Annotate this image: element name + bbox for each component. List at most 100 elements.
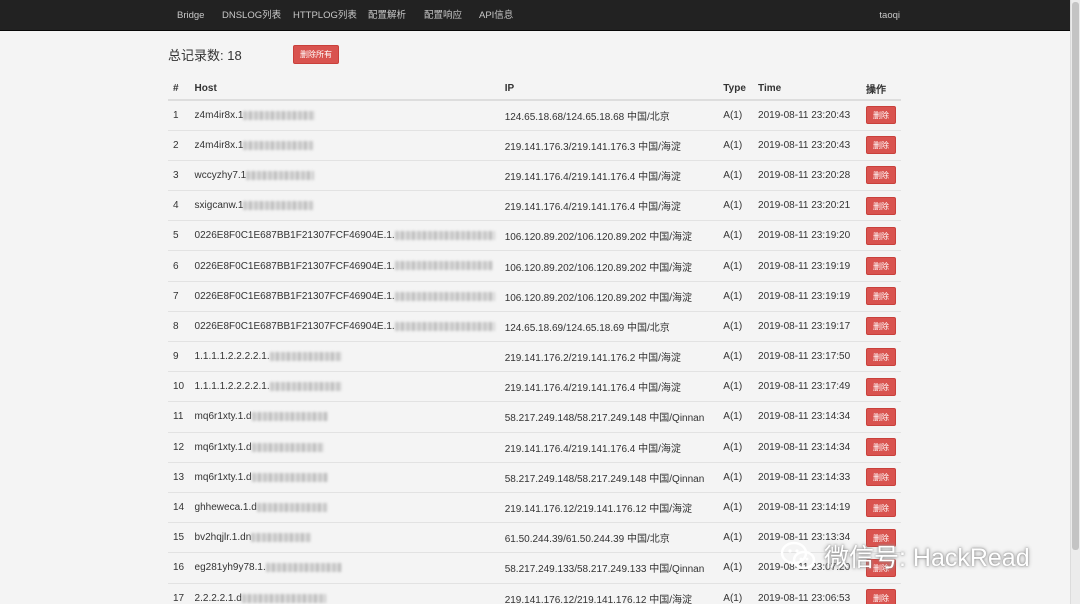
- row-delete-button[interactable]: 删除: [866, 136, 896, 155]
- row-delete-button[interactable]: 删除: [866, 287, 896, 306]
- row-type: A(1): [718, 522, 754, 553]
- row-host-cell: z4m4ir8x.1: [189, 129, 500, 161]
- nav-api-info[interactable]: API信息: [479, 0, 513, 31]
- redacted-host-suffix: [251, 442, 324, 452]
- row-host: bv2hqjlr.1.dn: [194, 532, 252, 544]
- row-host-cell: 0226E8F0C1E687BB1F21307FCF46904E.1.: [189, 220, 500, 251]
- row-delete-button[interactable]: 删除: [866, 106, 896, 125]
- row-num: 15: [168, 522, 190, 553]
- row-num: 4: [168, 190, 190, 221]
- row-time: 2019-08-11 23:20:43: [753, 99, 861, 131]
- row-host: 1.1.1.1.2.2.2.2.1.: [194, 381, 270, 393]
- row-host-cell: 0226E8F0C1E687BB1F21307FCF46904E.1.: [189, 250, 500, 282]
- redacted-host-suffix: [243, 140, 314, 150]
- row-ip: 219.141.176.4/219.141.176.4 中国/海淀: [499, 371, 719, 402]
- row-time: 2019-08-11 23:19:19: [753, 250, 861, 282]
- row-delete-button[interactable]: 删除: [866, 347, 896, 366]
- row-type: A(1): [718, 491, 754, 523]
- nav-config-resolve[interactable]: 配置解析: [368, 0, 406, 31]
- row-num: 3: [168, 159, 190, 191]
- delete-all-button[interactable]: 删除所有: [293, 45, 339, 64]
- table-row: 11 mq6r1xty.1.d 58.217.249.148/58.217.249.…: [168, 401, 901, 433]
- row-type: A(1): [718, 371, 754, 402]
- row-time: 2019-08-11 23:17:49: [753, 371, 861, 402]
- row-delete-button[interactable]: 删除: [866, 257, 896, 276]
- row-action-cell: 删除: [861, 220, 901, 251]
- row-action-cell: 删除: [861, 340, 901, 372]
- row-delete-button[interactable]: 删除: [866, 589, 896, 604]
- user-menu[interactable]: taoqi: [879, 0, 900, 31]
- nav-bridge[interactable]: Bridge: [177, 0, 204, 31]
- row-host: z4m4ir8x.1: [194, 139, 244, 151]
- redacted-host-suffix: [394, 231, 495, 241]
- col-ip-header: IP: [499, 77, 719, 101]
- row-num: 1: [168, 99, 190, 131]
- scrollbar-thumb[interactable]: [1072, 2, 1079, 550]
- nav-config-response[interactable]: 配置响应: [424, 0, 462, 31]
- row-delete-button[interactable]: 删除: [866, 377, 896, 396]
- row-type: A(1): [718, 280, 754, 312]
- page-scrollbar[interactable]: [1070, 0, 1080, 604]
- redacted-host-suffix: [251, 533, 312, 543]
- row-ip: 58.217.249.148/58.217.249.148 中国/Qinnan: [499, 461, 719, 493]
- row-action-cell: 删除: [861, 190, 901, 221]
- row-num: 8: [168, 310, 190, 342]
- row-num: 12: [168, 431, 190, 463]
- table-row: 3 wccyzhy7.1 219.141.176.4/219.141.176.4 中…: [168, 159, 901, 191]
- row-type: A(1): [718, 250, 754, 282]
- row-ip: 219.141.176.4/219.141.176.4 中国/海淀: [499, 431, 719, 463]
- row-type: A(1): [718, 99, 754, 131]
- row-time: 2019-08-11 23:20:28: [753, 159, 861, 191]
- row-host-cell: 0226E8F0C1E687BB1F21307FCF46904E.1.: [189, 280, 500, 312]
- row-action-cell: 删除: [861, 159, 901, 191]
- row-host-cell: wccyzhy7.1: [189, 159, 500, 191]
- redacted-host-suffix: [246, 170, 315, 180]
- row-type: A(1): [718, 129, 754, 161]
- row-host-cell: sxigcanw.1: [189, 190, 500, 221]
- row-type: A(1): [718, 401, 754, 433]
- redacted-host-suffix: [265, 563, 342, 573]
- row-ip: 124.65.18.69/124.65.18.69 中国/北京: [499, 310, 719, 342]
- top-navbar: Bridge DNSLOG列表 HTTPLOG列表 配置解析 配置响应 API信…: [0, 0, 1070, 31]
- row-num: 9: [168, 340, 190, 372]
- watermark-text: 微信号: HackRead: [824, 544, 1030, 572]
- row-action-cell: 删除: [861, 461, 901, 493]
- row-delete-button[interactable]: 删除: [866, 166, 896, 185]
- row-host: 0226E8F0C1E687BB1F21307FCF46904E.1.: [194, 260, 395, 272]
- row-host-cell: 2.2.2.2.1.d: [189, 582, 500, 604]
- row-ip: 219.141.176.12/219.141.176.12 中国/海淀: [499, 491, 719, 523]
- row-host-cell: mq6r1xty.1.d: [189, 431, 500, 463]
- col-action-header: 操作: [861, 77, 901, 101]
- row-num: 5: [168, 220, 190, 251]
- row-time: 2019-08-11 23:14:34: [753, 401, 861, 433]
- col-num-header: #: [168, 77, 190, 101]
- table-header-row: # Host IP Type Time 操作: [168, 77, 901, 101]
- row-delete-button[interactable]: 删除: [866, 468, 896, 487]
- nav-dnslog-list[interactable]: DNSLOG列表: [222, 0, 281, 31]
- dnslog-table: # Host IP Type Time 操作 1 z4m4ir8x.1 124.65…: [168, 77, 901, 604]
- table-body: 1 z4m4ir8x.1 124.65.18.68/124.65.18.68 中国/…: [168, 99, 901, 604]
- row-action-cell: 删除: [861, 371, 901, 402]
- row-type: A(1): [718, 220, 754, 251]
- table-row: 2 z4m4ir8x.1 219.141.176.3/219.141.176.3 中…: [168, 129, 901, 161]
- row-host: wccyzhy7.1: [194, 169, 247, 181]
- total-records: 总记录数: 18: [168, 48, 242, 63]
- row-delete-button[interactable]: 删除: [866, 438, 896, 457]
- table-row: 6 0226E8F0C1E687BB1F21307FCF46904E.1. 106.…: [168, 250, 901, 282]
- col-type-header: Type: [718, 77, 754, 101]
- table-row: 9 1.1.1.1.2.2.2.2.1. 219.141.176.2/219.141…: [168, 340, 901, 372]
- row-delete-button[interactable]: 删除: [866, 317, 896, 336]
- row-delete-button[interactable]: 删除: [866, 498, 896, 517]
- row-host-cell: z4m4ir8x.1: [189, 99, 500, 131]
- row-delete-button[interactable]: 删除: [866, 196, 896, 215]
- row-action-cell: 删除: [861, 99, 901, 131]
- row-ip: 106.120.89.202/106.120.89.202 中国/海淀: [499, 280, 719, 312]
- row-delete-button[interactable]: 删除: [866, 226, 896, 245]
- row-delete-button[interactable]: 删除: [866, 407, 896, 426]
- row-num: 16: [168, 552, 190, 583]
- row-action-cell: 删除: [861, 491, 901, 523]
- nav-httplog-list[interactable]: HTTPLOG列表: [293, 0, 357, 31]
- row-host: 0226E8F0C1E687BB1F21307FCF46904E.1.: [194, 230, 395, 242]
- row-ip: 219.141.176.4/219.141.176.4 中国/海淀: [499, 159, 719, 191]
- table-row: 13 mq6r1xty.1.d 58.217.249.148/58.217.249.…: [168, 461, 901, 493]
